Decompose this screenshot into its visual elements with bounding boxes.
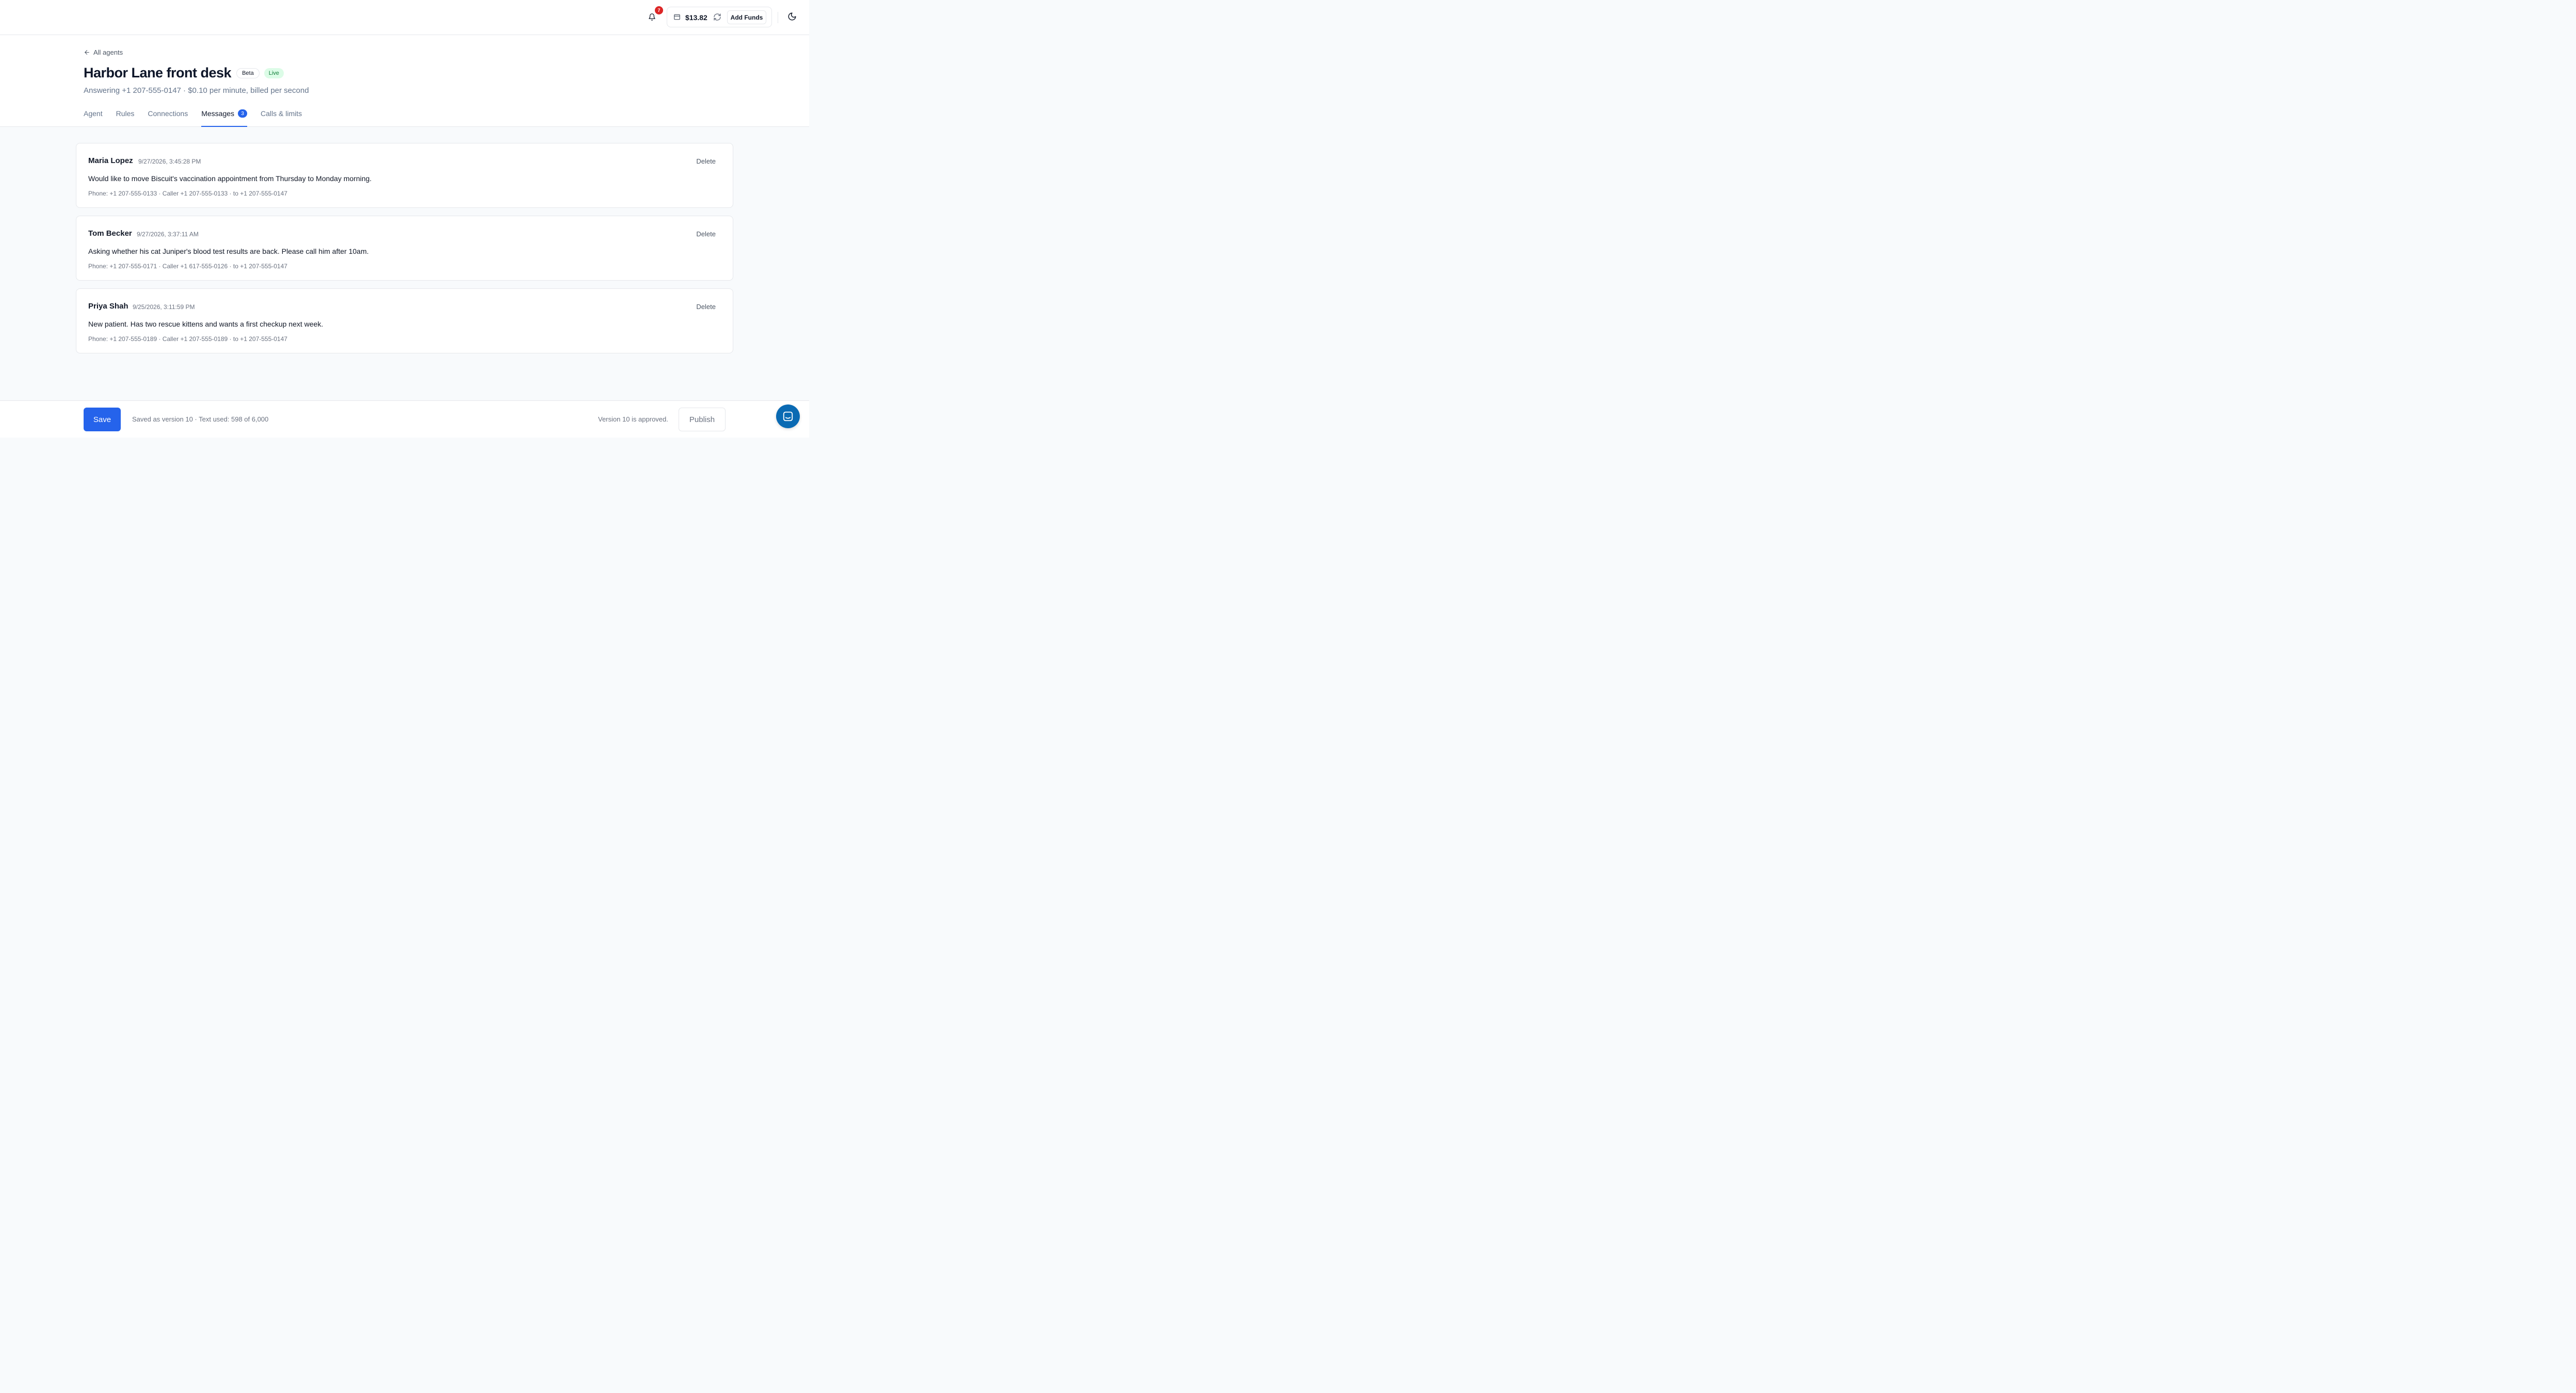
tab-agent[interactable]: Agent	[84, 109, 103, 127]
arrow-left-icon	[85, 50, 89, 55]
agent-tabs: Agent Rules Connections Messages 3 Calls…	[84, 109, 315, 127]
refresh-icon[interactable]	[713, 13, 721, 21]
save-footer: Save Saved as version 10 · Text used: 59…	[0, 400, 809, 438]
tab-label: Agent	[84, 109, 103, 118]
tab-connections[interactable]: Connections	[148, 109, 188, 127]
caller-name: Priya Shah	[88, 302, 128, 311]
wallet-widget: $13.82 Add Funds	[667, 7, 772, 27]
message-text: Asking whether his cat Juniper's blood t…	[88, 247, 369, 255]
page-title: Harbor Lane front desk	[84, 65, 232, 80]
message-phone-details: Phone: +1 207-555-0189 · Caller +1 207-5…	[88, 335, 287, 343]
publish-button[interactable]: Publish	[679, 408, 726, 431]
bell-icon	[649, 13, 655, 21]
beta-badge: Beta	[236, 68, 260, 78]
message-timestamp: 9/25/2026, 3:11:59 PM	[133, 303, 195, 311]
delete-message-button[interactable]: Delete	[696, 303, 716, 311]
top-bar: 7 $13.82 Add Funds	[0, 0, 809, 35]
chat-icon	[783, 411, 793, 422]
message-text: Would like to move Biscuit's vaccination…	[88, 174, 372, 183]
wallet-balance: $13.82	[685, 13, 707, 22]
agent-subtitle: Answering +1 207-555-0147 · $0.10 per mi…	[84, 86, 309, 95]
tab-label: Calls & limits	[261, 109, 302, 118]
tab-calls-limits[interactable]: Calls & limits	[261, 109, 302, 127]
delete-message-button[interactable]: Delete	[696, 157, 716, 165]
add-funds-button[interactable]: Add Funds	[727, 10, 766, 24]
delete-message-button[interactable]: Delete	[696, 230, 716, 238]
card-icon	[674, 14, 680, 20]
message-phone-details: Phone: +1 207-555-0133 · Caller +1 207-5…	[88, 190, 287, 197]
caller-name: Maria Lopez	[88, 156, 133, 165]
message-card: Maria Lopez 9/27/2026, 3:45:28 PM Delete…	[76, 143, 733, 208]
notification-count-badge: 7	[655, 6, 663, 14]
message-card: Tom Becker 9/27/2026, 3:37:11 AM Delete …	[76, 216, 733, 281]
caller-name: Tom Becker	[88, 229, 132, 238]
message-phone-details: Phone: +1 207-555-0171 · Caller +1 617-5…	[88, 263, 287, 270]
tab-label: Connections	[148, 109, 188, 118]
message-card: Priya Shah 9/25/2026, 3:11:59 PM Delete …	[76, 288, 733, 353]
message-text: New patient. Has two rescue kittens and …	[88, 320, 324, 328]
tab-label: Rules	[116, 109, 135, 118]
back-link-label: All agents	[93, 48, 123, 56]
save-status-text: Saved as version 10 · Text used: 598 of …	[132, 415, 269, 423]
title-row: Harbor Lane front desk Beta Live	[84, 65, 284, 81]
moon-icon[interactable]	[787, 12, 797, 21]
message-timestamp: 9/27/2026, 3:37:11 AM	[137, 231, 199, 238]
message-timestamp: 9/27/2026, 3:45:28 PM	[138, 158, 201, 165]
save-button[interactable]: Save	[84, 408, 121, 431]
tab-messages[interactable]: Messages 3	[201, 109, 248, 127]
approval-status-text: Version 10 is approved.	[598, 415, 668, 423]
app-page: 7 $13.82 Add Funds All agents Harbor Lan…	[0, 0, 809, 438]
agent-header: All agents Harbor Lane front desk Beta L…	[0, 35, 809, 127]
tab-rules[interactable]: Rules	[116, 109, 135, 127]
live-status-badge: Live	[264, 68, 284, 78]
messages-count-badge: 3	[238, 109, 248, 118]
back-to-agents-link[interactable]: All agents	[84, 48, 123, 56]
chat-support-button[interactable]	[776, 404, 800, 428]
tab-label: Messages	[201, 109, 235, 118]
